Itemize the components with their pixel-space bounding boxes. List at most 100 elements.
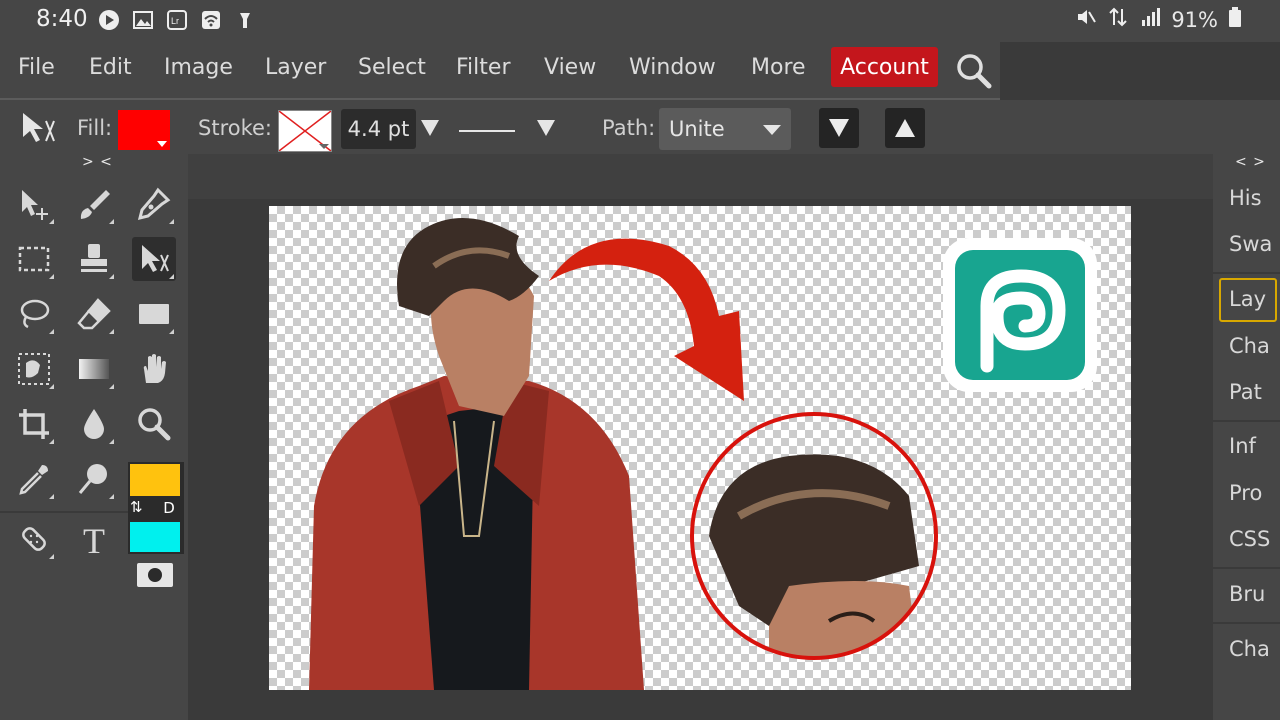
status-right: 91% bbox=[1075, 6, 1242, 33]
photopea-logo bbox=[943, 238, 1097, 392]
panel-tab-character[interactable]: Cha bbox=[1229, 637, 1270, 661]
red-arrow-graphic bbox=[549, 238, 744, 401]
brush-tool[interactable] bbox=[72, 182, 116, 226]
default-colors-button[interactable]: D bbox=[159, 498, 179, 518]
foreground-color[interactable] bbox=[130, 464, 180, 496]
line-style-dropdown-icon[interactable] bbox=[536, 118, 556, 142]
text-icon: T bbox=[83, 521, 105, 557]
gradient-icon bbox=[79, 359, 109, 379]
fill-color-swatch[interactable] bbox=[118, 110, 170, 150]
move-tool[interactable] bbox=[12, 182, 56, 226]
hand-icon bbox=[143, 354, 166, 383]
wifi-icon bbox=[200, 9, 222, 31]
search-icon[interactable] bbox=[955, 52, 993, 94]
signal-icon bbox=[1139, 6, 1161, 33]
toolbox: > < ⇅ D T bbox=[0, 154, 188, 720]
pen-nib-icon bbox=[137, 187, 171, 221]
bandage-icon bbox=[22, 527, 46, 551]
panel-separator bbox=[1213, 567, 1280, 569]
direct-select-icon bbox=[20, 111, 58, 149]
rectangle-icon bbox=[139, 304, 169, 324]
background-color[interactable] bbox=[130, 522, 180, 552]
stroke-style-line[interactable] bbox=[459, 119, 515, 138]
battery-icon bbox=[1228, 6, 1242, 33]
document-tabs bbox=[188, 154, 1213, 199]
panel-tab-properties[interactable]: Pro bbox=[1229, 481, 1262, 505]
eraser-icon bbox=[77, 298, 111, 330]
magic-select-icon bbox=[18, 353, 50, 385]
stroke-label: Stroke: bbox=[198, 116, 272, 140]
quick-select-tool[interactable] bbox=[12, 347, 56, 391]
path-select-value: Unite bbox=[669, 117, 725, 141]
panel-tab-swatches[interactable]: Swa bbox=[1229, 232, 1272, 256]
zoom-tool[interactable] bbox=[132, 402, 176, 446]
move-down-button[interactable] bbox=[819, 108, 859, 148]
panel-tab-history[interactable]: His bbox=[1229, 186, 1262, 210]
status-left-icons: Lr bbox=[98, 9, 256, 31]
toolbox-collapse[interactable]: > < bbox=[82, 154, 113, 170]
menu-filter[interactable]: Filter bbox=[456, 55, 510, 80]
shape-tool[interactable] bbox=[132, 292, 176, 336]
direct-select-icon bbox=[142, 245, 169, 272]
menu-select[interactable]: Select bbox=[358, 55, 426, 80]
hand-tool[interactable] bbox=[132, 347, 176, 391]
lasso-tool[interactable] bbox=[12, 292, 56, 336]
menu-more[interactable]: More bbox=[751, 55, 806, 80]
flashlight-icon bbox=[234, 9, 256, 31]
menu-file[interactable]: File bbox=[18, 55, 55, 80]
panel-separator bbox=[1213, 272, 1280, 274]
gradient-tool[interactable] bbox=[72, 347, 116, 391]
stroke-color-swatch[interactable] bbox=[278, 110, 332, 152]
stamp-tool[interactable] bbox=[72, 237, 116, 281]
heal-tool[interactable] bbox=[12, 517, 56, 561]
marquee-tool[interactable] bbox=[12, 237, 56, 281]
lasso-icon bbox=[20, 299, 50, 329]
dodge-tool[interactable] bbox=[72, 457, 116, 501]
panel-tab-brush[interactable]: Bru bbox=[1229, 582, 1265, 606]
canvas-artwork bbox=[309, 218, 1097, 690]
account-button[interactable]: Account bbox=[831, 47, 938, 87]
lightroom-icon: Lr bbox=[166, 9, 188, 31]
path-select[interactable]: Unite bbox=[659, 108, 791, 150]
swap-colors-icon[interactable]: ⇅ bbox=[130, 498, 143, 516]
menu-image[interactable]: Image bbox=[164, 55, 233, 80]
right-panel-collapse[interactable]: < > bbox=[1235, 154, 1266, 170]
data-icon bbox=[1107, 6, 1129, 33]
svg-text:Lr: Lr bbox=[171, 16, 179, 26]
battery-text: 91% bbox=[1171, 7, 1218, 32]
stroke-size-field[interactable]: 4.4 pt bbox=[341, 109, 416, 149]
document-canvas[interactable] bbox=[269, 206, 1131, 690]
panel-tab-layers[interactable]: Lay bbox=[1229, 287, 1266, 311]
panel-separator bbox=[1213, 420, 1280, 422]
crop-tool[interactable] bbox=[12, 402, 56, 446]
menu-window[interactable]: Window bbox=[629, 55, 716, 80]
status-bar: 8:40 Lr 91% bbox=[0, 0, 1280, 42]
triangle-down-icon bbox=[829, 119, 849, 137]
direct-select-tool[interactable] bbox=[132, 237, 176, 281]
menu-view[interactable]: View bbox=[544, 55, 596, 80]
quick-mask-button[interactable] bbox=[137, 563, 173, 587]
marquee-icon bbox=[18, 246, 50, 272]
menu-bar: File Edit Image Layer Select Filter View… bbox=[0, 42, 1000, 98]
blur-tool[interactable] bbox=[72, 402, 116, 446]
panel-tab-channels[interactable]: Cha bbox=[1229, 334, 1270, 358]
right-panel: < > His Swa Lay Cha Pat Inf Pro CSS Bru … bbox=[1213, 154, 1280, 720]
text-tool[interactable]: T bbox=[72, 517, 116, 561]
toolbox-divider bbox=[0, 511, 128, 513]
pen-tool[interactable] bbox=[132, 182, 176, 226]
move-up-button[interactable] bbox=[885, 108, 925, 148]
size-dropdown-icon[interactable] bbox=[420, 118, 440, 142]
path-label: Path: bbox=[602, 116, 656, 140]
panel-tab-paths[interactable]: Pat bbox=[1229, 380, 1262, 404]
panel-tab-css[interactable]: CSS bbox=[1229, 527, 1270, 551]
crop-icon bbox=[19, 409, 49, 439]
eyedropper-tool[interactable] bbox=[12, 457, 56, 501]
stamp-icon bbox=[81, 244, 107, 272]
person-image bbox=[309, 218, 644, 690]
eraser-tool[interactable] bbox=[72, 292, 116, 336]
menu-layer[interactable]: Layer bbox=[265, 55, 326, 80]
triangle-up-icon bbox=[895, 119, 915, 137]
menu-edit[interactable]: Edit bbox=[89, 55, 132, 80]
panel-tab-info[interactable]: Inf bbox=[1229, 434, 1256, 458]
fill-label: Fill: bbox=[77, 116, 113, 140]
